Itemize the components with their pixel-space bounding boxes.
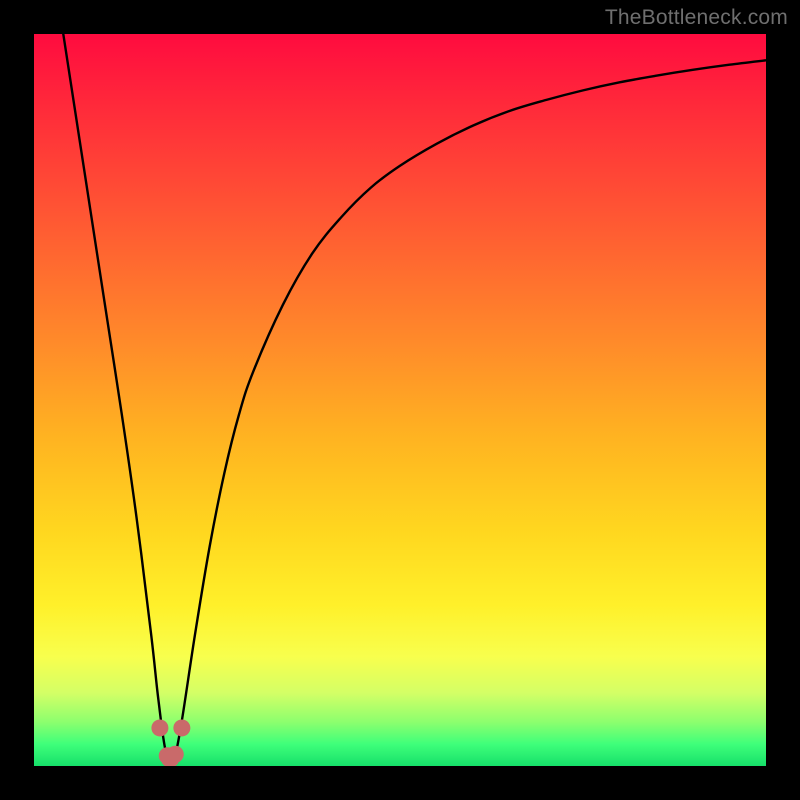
- minimum-marker: [167, 746, 184, 763]
- watermark-text: TheBottleneck.com: [605, 6, 788, 30]
- curve-path: [63, 34, 766, 761]
- minimum-marker: [151, 719, 168, 736]
- bottleneck-curve: [34, 34, 766, 766]
- chart-frame: TheBottleneck.com: [0, 0, 800, 800]
- curve-minimum-markers: [151, 719, 190, 766]
- minimum-marker: [173, 719, 190, 736]
- plot-area: [34, 34, 766, 766]
